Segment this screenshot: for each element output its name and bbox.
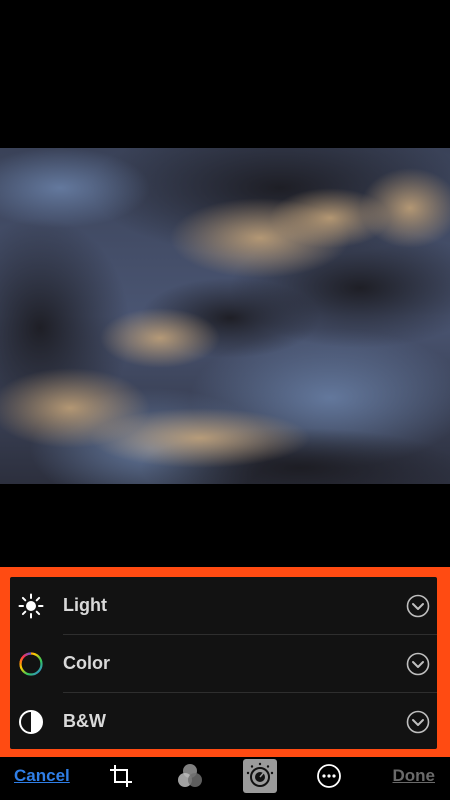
chevron-down-icon[interactable] [406,652,430,676]
sun-icon [18,593,44,619]
adjust-button[interactable] [243,759,277,793]
adjustments-list: Light Color B&W [10,577,437,749]
adjustment-light-label: Light [63,595,107,615]
done-button[interactable]: Done [393,757,436,794]
chevron-down-icon[interactable] [406,594,430,618]
filters-button[interactable] [173,759,207,793]
crop-icon [110,765,132,787]
adjustments-panel-highlight: Light Color B&W [0,567,450,757]
crop-button[interactable] [104,759,138,793]
bottom-toolbar: Cancel Done [0,757,450,800]
adjust-icon [246,762,274,787]
adjustment-color-label: Color [63,653,110,673]
cloudy-sky-photo [0,148,450,484]
chevron-down-icon[interactable] [406,710,430,734]
adjustment-color-row[interactable]: Color [10,635,437,692]
adjustment-light-row[interactable]: Light [10,577,437,634]
more-icon [317,764,341,788]
photo-preview [0,148,450,484]
adjustment-bw-row[interactable]: B&W [10,693,437,750]
half-circle-icon [19,710,43,734]
filters-icon [178,764,202,787]
adjustment-bw-label: B&W [63,711,106,731]
more-button[interactable] [312,759,346,793]
cancel-button[interactable]: Cancel [14,757,70,794]
color-wheel-icon [19,652,43,676]
